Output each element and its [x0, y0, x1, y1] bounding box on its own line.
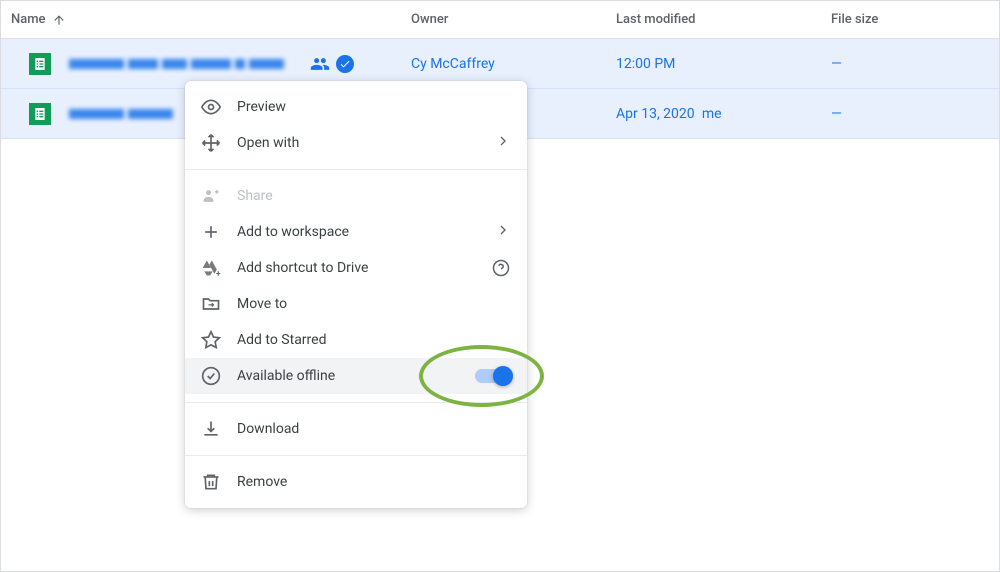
menu-add-workspace[interactable]: Add to workspace	[185, 214, 527, 250]
help-circle-icon[interactable]	[491, 258, 511, 278]
offline-check-icon	[201, 366, 221, 386]
folder-move-icon	[201, 294, 221, 314]
share-person-icon	[201, 186, 221, 206]
menu-move-to[interactable]: Move to	[185, 286, 527, 322]
modified-date-cell: Apr 13, 2020	[616, 106, 695, 122]
size-cell: —	[831, 56, 842, 72]
column-name-label: Name	[11, 12, 46, 27]
menu-label: Add shortcut to Drive	[237, 260, 475, 276]
menu-label: Download	[237, 421, 511, 437]
chevron-right-icon	[495, 222, 511, 242]
menu-label: Available offline	[237, 368, 459, 384]
column-name[interactable]: Name	[11, 12, 411, 27]
eye-icon	[201, 97, 221, 117]
menu-divider	[185, 169, 527, 170]
menu-divider	[185, 455, 527, 456]
trash-icon	[201, 472, 221, 492]
menu-label: Add to Starred	[237, 332, 511, 348]
table-header: Name Owner Last modified File size	[1, 1, 999, 39]
sheets-icon	[29, 103, 51, 125]
sheets-icon	[29, 53, 51, 75]
menu-add-starred[interactable]: Add to Starred	[185, 322, 527, 358]
column-size-label: File size	[831, 12, 878, 27]
size-cell: —	[831, 106, 842, 122]
sort-arrow-up-icon	[52, 13, 66, 27]
plus-icon	[201, 222, 221, 242]
menu-divider	[185, 402, 527, 403]
move-arrows-icon	[201, 133, 221, 153]
offline-toggle[interactable]	[475, 369, 511, 383]
chevron-right-icon	[495, 133, 511, 153]
file-name-blurred	[69, 59, 284, 69]
column-size[interactable]: File size	[831, 12, 989, 27]
drive-shortcut-icon: +	[201, 258, 221, 278]
menu-label: Preview	[237, 99, 511, 115]
column-owner-label: Owner	[411, 12, 448, 27]
menu-share: Share	[185, 178, 527, 214]
menu-available-offline[interactable]: Available offline	[185, 358, 527, 394]
menu-label: Open with	[237, 135, 479, 151]
check-circle-icon	[336, 55, 354, 73]
people-icon	[310, 54, 330, 74]
menu-preview[interactable]: Preview	[185, 89, 527, 125]
download-icon	[201, 419, 221, 439]
svg-text:+: +	[216, 269, 221, 278]
modified-by-cell: me	[702, 106, 722, 122]
toggle-knob	[493, 366, 513, 386]
modified-date-cell: 12:00 PM	[616, 56, 675, 72]
menu-label: Move to	[237, 296, 511, 312]
menu-label: Add to workspace	[237, 224, 479, 240]
context-menu: Preview Open with Share Add to workspace…	[185, 81, 527, 508]
menu-add-shortcut[interactable]: + Add shortcut to Drive	[185, 250, 527, 286]
column-owner[interactable]: Owner	[411, 12, 616, 27]
file-name-blurred	[69, 109, 173, 119]
menu-download[interactable]: Download	[185, 411, 527, 447]
owner-cell: Cy McCaffrey	[411, 56, 495, 72]
menu-remove[interactable]: Remove	[185, 464, 527, 500]
menu-label: Share	[237, 188, 511, 204]
menu-label: Remove	[237, 474, 511, 490]
column-modified-label: Last modified	[616, 12, 696, 27]
menu-open-with[interactable]: Open with	[185, 125, 527, 161]
star-icon	[201, 330, 221, 350]
column-modified[interactable]: Last modified	[616, 12, 831, 27]
